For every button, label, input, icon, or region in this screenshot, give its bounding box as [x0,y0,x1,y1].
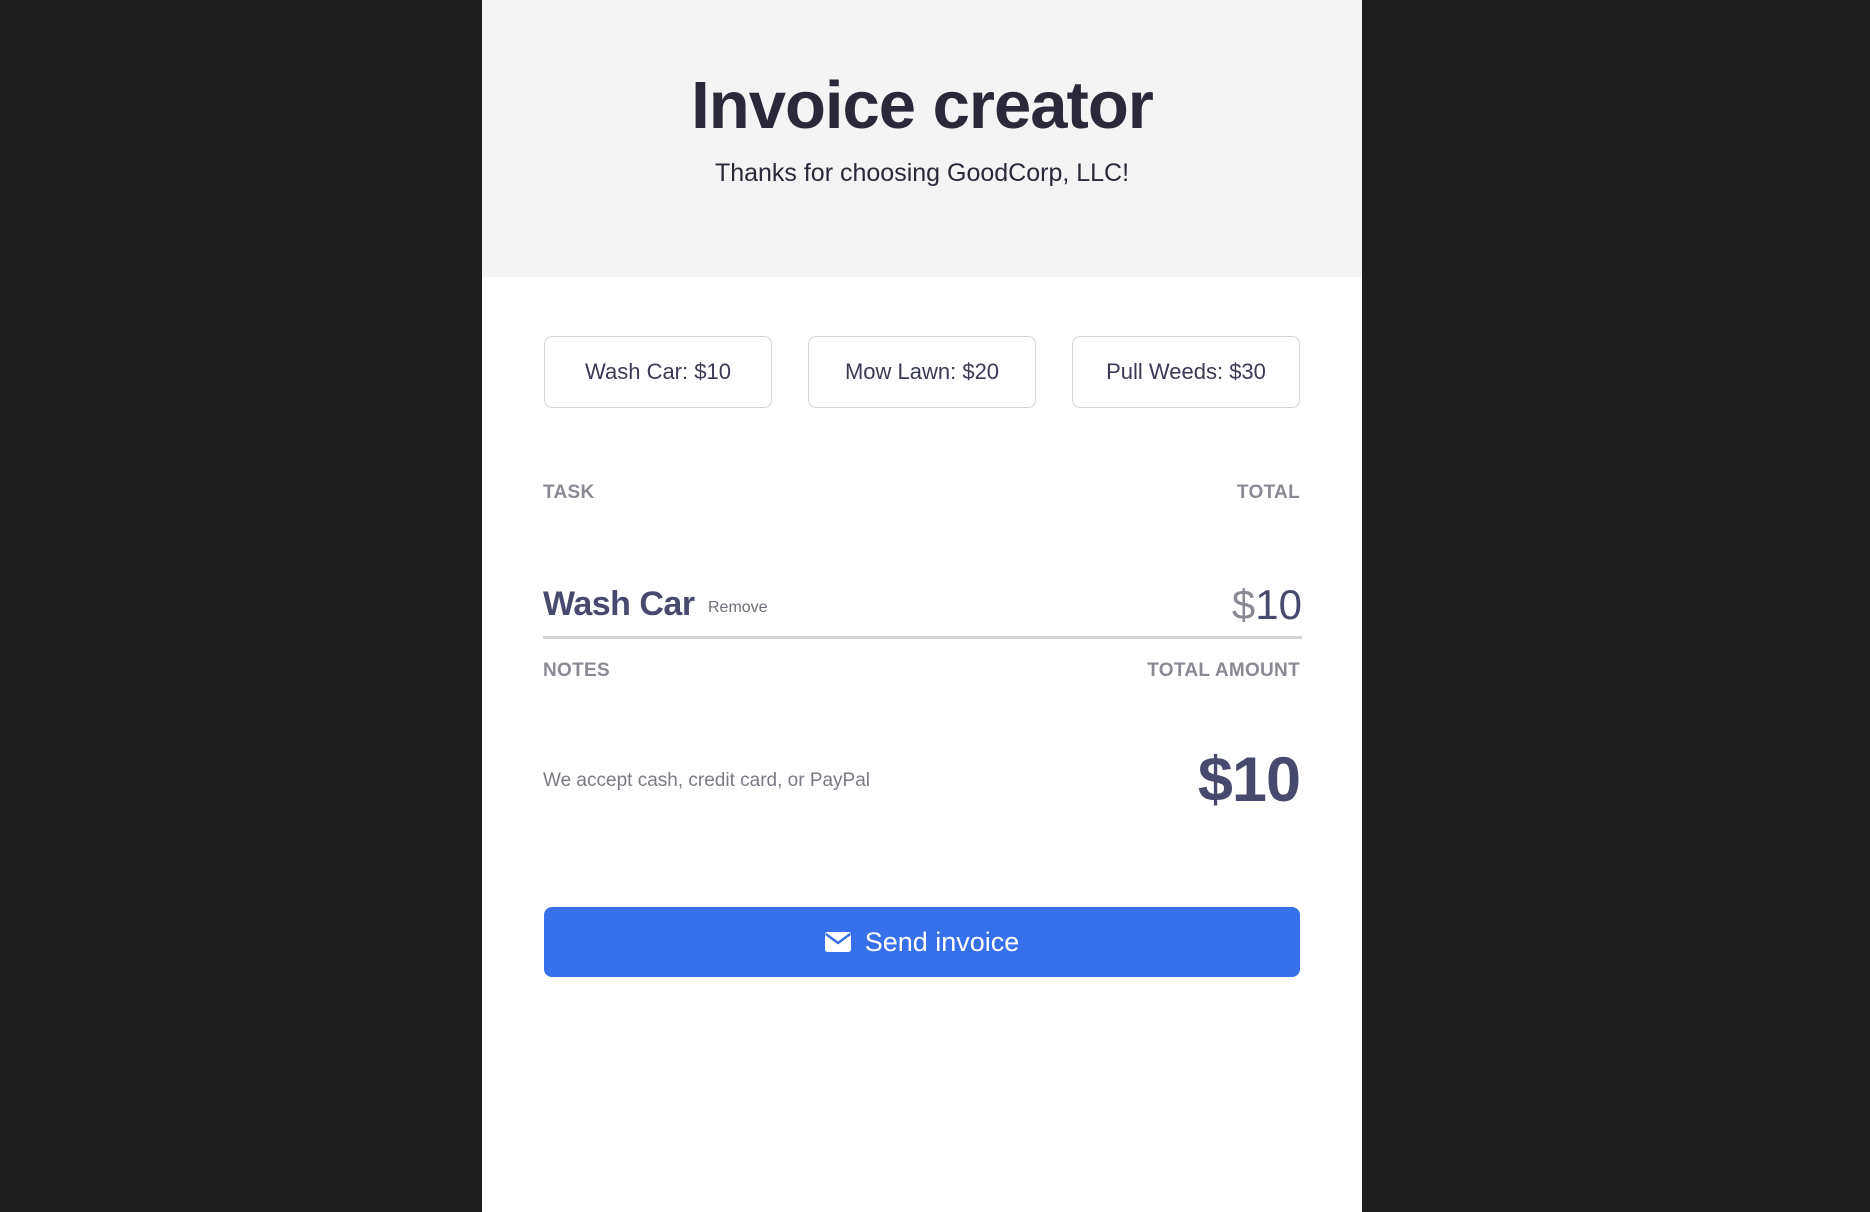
task-column-header: TASK [543,482,595,503]
send-invoice-label: Send invoice [864,926,1020,957]
row-total: $10 [1232,582,1302,628]
total-amount-header: TOTAL AMOUNT [1147,660,1300,681]
row-task-name: Wash Car [543,585,695,623]
table-row: Wash Car Remove $10 [543,576,1302,639]
row-amount: 10 [1255,581,1302,628]
total-amount-value: $10 [1197,745,1301,815]
total-column-header: TOTAL [1236,482,1300,503]
row-currency-symbol: $ [1231,581,1256,628]
send-invoice-button[interactable]: Send invoice [544,907,1300,977]
pull-weeds-button[interactable]: Pull Weeds: $30 [1072,336,1300,408]
page-title: Invoice creator [691,68,1154,143]
header: Invoice creator Thanks for choosing Good… [482,0,1362,277]
invoice-app: Invoice creator Thanks for choosing Good… [482,0,1362,1212]
notes-header: NOTES [543,660,610,681]
wash-car-button[interactable]: Wash Car: $10 [544,336,772,408]
mail-icon [824,932,851,952]
remove-link[interactable]: Remove [708,598,768,618]
mow-lawn-button[interactable]: Mow Lawn: $20 [808,336,1036,408]
page-subtitle: Thanks for choosing GoodCorp, LLC! [714,159,1130,187]
send-invoice-content: Send invoice [544,907,1300,977]
notes-text: We accept cash, credit card, or PayPal [543,770,871,791]
